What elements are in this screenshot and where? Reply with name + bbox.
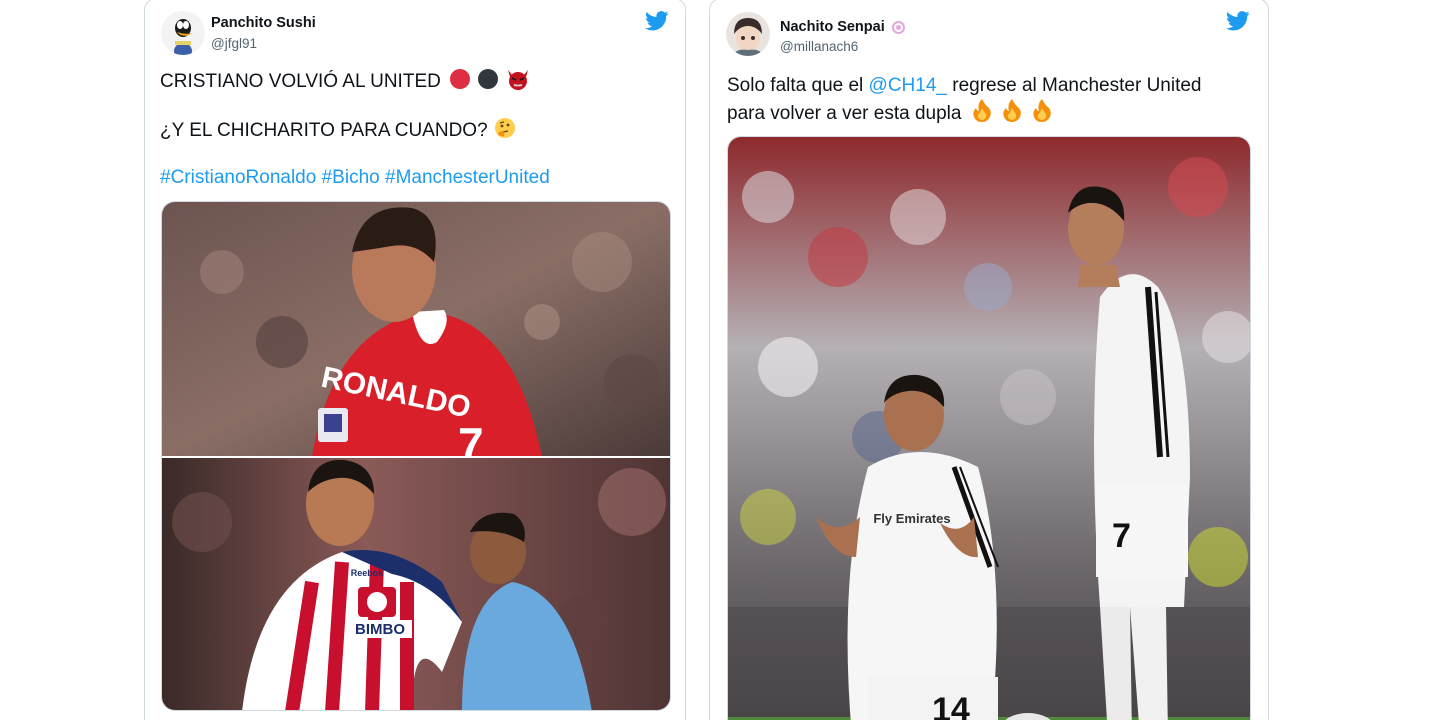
tweet-text-line-2: ¿Y EL CHICHARITO PARA CUANDO? xyxy=(160,117,516,146)
tweet-text: CRISTIANO VOLVIÓ AL UNITED xyxy=(160,71,441,92)
fire-emoji xyxy=(970,98,994,129)
tweet-text: para volver a ver esta dupla xyxy=(727,103,962,124)
tweet-card[interactable]: Nachito Senpai @millanach6 Solo falta qu… xyxy=(709,0,1269,720)
avatar[interactable] xyxy=(726,12,770,56)
ronaldo-united-photo: RONALDO 7 xyxy=(162,202,670,470)
hashtag-line: #CristianoRonaldo #Bicho #ManchesterUnit… xyxy=(160,165,550,190)
avatar[interactable] xyxy=(161,11,205,55)
player-number: 14 xyxy=(932,691,970,720)
twitter-bird-icon[interactable] xyxy=(1226,11,1250,31)
twitter-bird-icon[interactable] xyxy=(645,11,669,31)
handle[interactable]: @jfgl91 xyxy=(211,36,257,51)
fire-emoji xyxy=(1000,98,1024,129)
fire-emoji xyxy=(1030,98,1054,129)
tweet-text: Solo falta que el xyxy=(727,75,864,96)
tweet-text: ¿Y EL CHICHARITO PARA CUANDO? xyxy=(160,120,488,141)
real-madrid-photo: 7 Fly Emirates 14 xyxy=(728,137,1250,720)
tweet-text: regrese al Manchester United xyxy=(952,75,1202,96)
player-number: 7 xyxy=(1112,517,1131,555)
hashtag-link[interactable]: #Bicho xyxy=(322,167,380,188)
tweet-photo-collage[interactable]: RONALDO 7 BIMBO Reebok xyxy=(161,201,671,711)
brand-logo: Reebok xyxy=(351,568,385,578)
tweet-photo[interactable]: 7 Fly Emirates 14 xyxy=(727,136,1251,720)
red-circle-emoji xyxy=(449,68,471,97)
tweet-text-line-2: para volver a ver esta dupla xyxy=(727,98,1054,129)
sponsor-logo: Fly Emirates xyxy=(873,511,950,526)
mention-link[interactable]: @CH14_ xyxy=(869,75,947,96)
devil-emoji xyxy=(506,68,530,97)
handle[interactable]: @millanach6 xyxy=(780,39,858,54)
display-name[interactable]: Nachito Senpai xyxy=(780,19,885,35)
chicharito-chivas-photo: BIMBO Reebok xyxy=(162,458,670,710)
black-circle-emoji xyxy=(477,68,499,97)
sponsor-logo: BIMBO xyxy=(355,621,405,638)
tweet-card[interactable]: Panchito Sushi @jfgl91 CRISTIANO VOLVIÓ … xyxy=(144,0,686,720)
display-name[interactable]: Panchito Sushi xyxy=(211,15,316,31)
hashtag-link[interactable]: #CristianoRonaldo xyxy=(160,167,316,188)
profile-badge-icon xyxy=(892,21,905,34)
tweet-text-line-1: CRISTIANO VOLVIÓ AL UNITED xyxy=(160,68,530,97)
thinking-face-emoji xyxy=(494,117,516,146)
tweet-text-line-1: Solo falta que el @CH14_ regrese al Manc… xyxy=(727,73,1202,98)
hashtag-link[interactable]: #ManchesterUnited xyxy=(385,167,550,188)
